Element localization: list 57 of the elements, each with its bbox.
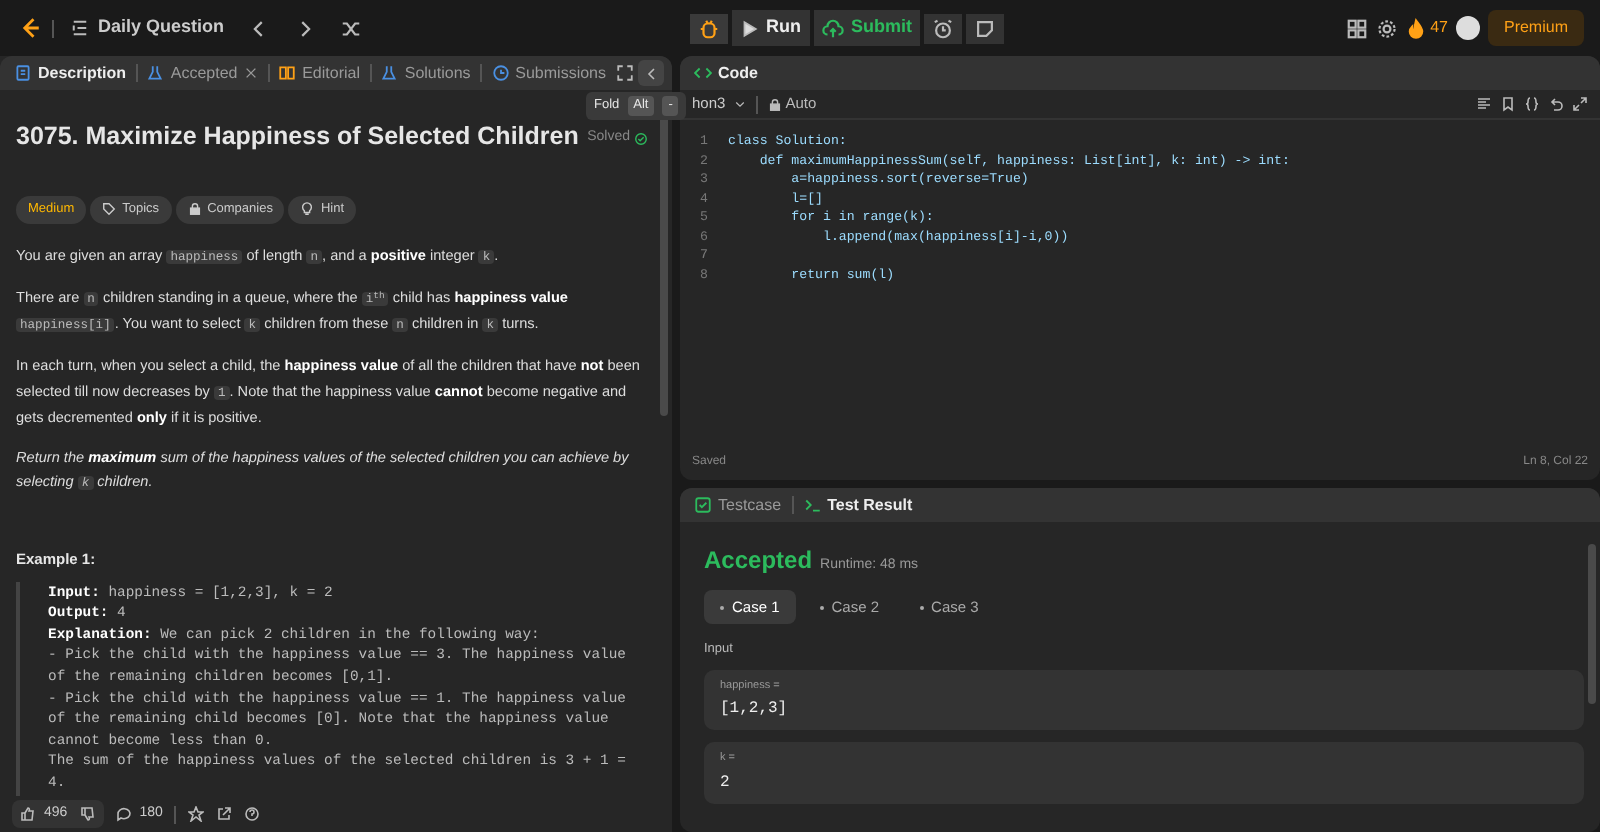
play-icon (740, 19, 759, 37)
premium-button[interactable]: Premium (1487, 10, 1584, 46)
code-icon (694, 64, 712, 82)
share-icon[interactable] (216, 806, 233, 822)
panel-tab[interactable]: Testcase (688, 493, 788, 517)
scrollbar[interactable] (1588, 544, 1596, 704)
tag-icon (102, 202, 117, 217)
panel-tab[interactable]: Solutions (374, 61, 477, 85)
alarm-clock-icon[interactable] (932, 17, 955, 39)
star-icon[interactable] (188, 806, 205, 822)
settings-icon[interactable] (1376, 17, 1399, 39)
terminal-icon (803, 496, 822, 514)
cloud-upload-icon (821, 17, 844, 39)
doc-icon (14, 64, 32, 82)
list-icon (70, 18, 90, 38)
flame-icon[interactable] (1406, 17, 1427, 39)
panel-tab[interactable]: Accepted (140, 61, 264, 85)
chevron-left-icon (643, 65, 659, 81)
lock-icon (767, 97, 782, 111)
lock-icon (187, 202, 202, 217)
bookmark-icon[interactable] (1500, 96, 1516, 112)
run-button[interactable]: Run (732, 10, 810, 46)
daily-question-link[interactable]: Daily Question (62, 10, 233, 46)
bug-icon (698, 17, 721, 39)
panel-tab[interactable]: Test Result (797, 493, 919, 517)
streak-count: 47 (1430, 16, 1448, 40)
chevron-down-icon (733, 98, 746, 110)
clock-icon (491, 64, 510, 82)
code-tab[interactable]: Code (688, 61, 764, 85)
debug-button[interactable] (690, 13, 729, 43)
checkbox-icon (694, 496, 712, 514)
thumbs-up-icon (20, 806, 36, 822)
collapse-button[interactable] (638, 60, 664, 86)
undo-icon[interactable] (1548, 96, 1564, 112)
grid-icon[interactable] (1346, 17, 1369, 39)
braces-icon[interactable] (1524, 96, 1540, 112)
comment-icon (115, 806, 132, 822)
flask-icon (146, 64, 165, 82)
lightbulb-icon (300, 202, 315, 217)
expand-icon[interactable] (1572, 96, 1588, 112)
panel-tab[interactable]: Editorial (272, 61, 366, 85)
panel-tab[interactable]: Submissions (485, 61, 612, 85)
close-icon (243, 66, 258, 80)
avatar[interactable] (1455, 16, 1480, 40)
submit-button[interactable]: Submit (813, 10, 921, 46)
panel-tab[interactable]: Description (8, 61, 133, 85)
format-icon[interactable] (1476, 96, 1492, 112)
check-circle-icon (634, 132, 648, 146)
thumbs-down-icon[interactable] (79, 806, 96, 822)
note-icon[interactable] (974, 17, 997, 39)
shuffle-icon[interactable] (340, 17, 363, 39)
flask-icon (380, 64, 399, 82)
book-icon (278, 64, 297, 82)
result-verdict: Accepted (704, 544, 813, 578)
help-icon[interactable] (244, 806, 261, 822)
maximize-icon[interactable] (616, 64, 634, 82)
problem-title: 3075. Maximize Happiness of Selected Children (16, 122, 579, 152)
